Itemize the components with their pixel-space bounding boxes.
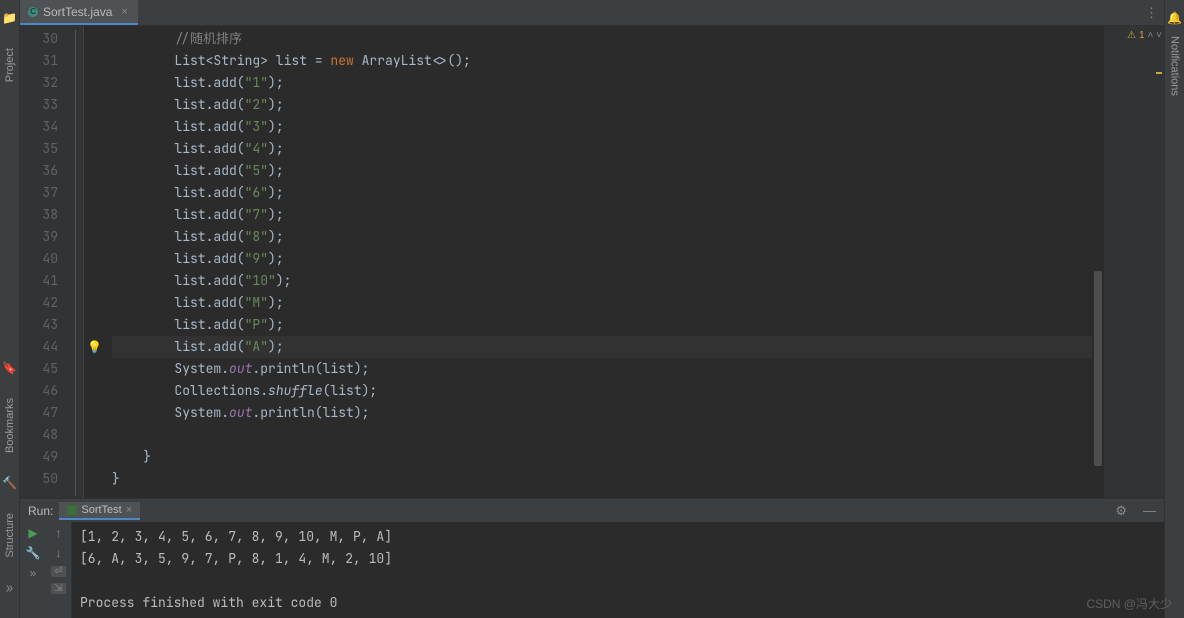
up-icon[interactable]: ↑ (56, 526, 62, 540)
scroll-end-icon[interactable]: ⇲ (51, 583, 65, 594)
fold-column (68, 26, 84, 498)
console-output[interactable]: [1, 2, 3, 4, 5, 6, 7, 8, 9, 10, M, P, A]… (72, 522, 1164, 618)
run-label: Run: (28, 504, 53, 518)
code-area[interactable]: //随机排序 List<String> list = new ArrayList… (108, 26, 1092, 498)
project-tool-label[interactable]: Project (4, 48, 16, 82)
tab-menu-icon[interactable]: ⋮ (1139, 0, 1164, 25)
run-toolbar-2: ↑ ↓ ⏎ ⇲ (46, 522, 72, 618)
editor[interactable]: 3031323334353637383940414243444546474849… (20, 26, 1164, 498)
gear-icon[interactable]: ⚙ (1115, 503, 1127, 519)
run-panel: Run: SortTest × ⚙ — ▶ 🔧 » ↑ ↓ (20, 498, 1164, 618)
scrollbar-thumb[interactable] (1094, 271, 1102, 466)
close-icon[interactable]: × (121, 6, 127, 18)
editor-scrollbar[interactable] (1092, 26, 1104, 498)
annotation-column: 💡 (84, 26, 108, 498)
project-icon[interactable]: 📁 (2, 10, 17, 26)
run-config-tab[interactable]: SortTest × (59, 502, 140, 520)
line-gutter: 3031323334353637383940414243444546474849… (20, 26, 68, 498)
softwrap-icon[interactable]: ⏎ (51, 566, 65, 577)
error-stripe: ⚠ 1 ˄ ˅ (1104, 26, 1164, 498)
tab-sorttest[interactable]: C SortTest.java × (20, 0, 138, 25)
notifications-tool-label[interactable]: Notifications (1169, 36, 1181, 96)
intention-bulb-icon[interactable]: 💡 (87, 339, 102, 355)
bookmarks-tool-label[interactable]: Bookmarks (4, 398, 16, 453)
watermark: CSDN @冯大少 (1086, 595, 1172, 612)
run-config-name: SortTest (81, 504, 121, 516)
structure-icon[interactable]: 🔨 (2, 475, 17, 491)
close-icon[interactable]: × (126, 504, 132, 516)
editor-tab-bar: C SortTest.java × ⋮ (20, 0, 1164, 26)
right-tool-strip: 🔔 Notifications (1164, 0, 1184, 618)
more-run-icon[interactable]: » (30, 566, 37, 580)
wrench-icon[interactable]: 🔧 (26, 546, 41, 560)
run-header: Run: SortTest × ⚙ — (20, 499, 1164, 522)
rerun-icon[interactable]: ▶ (28, 526, 37, 540)
run-config-icon (67, 505, 77, 515)
tab-file-name: SortTest.java (43, 5, 112, 19)
run-toolbar-1: ▶ 🔧 » (20, 522, 46, 618)
more-icon[interactable]: » (6, 580, 13, 596)
warning-marker[interactable] (1156, 72, 1162, 74)
down-icon[interactable]: ↓ (56, 546, 62, 560)
left-tool-strip: 📁 Project 🔖 Bookmarks 🔨 Structure » (0, 0, 20, 618)
java-class-icon: C (28, 7, 38, 17)
hide-icon[interactable]: — (1143, 503, 1156, 518)
inspection-summary[interactable]: ⚠ 1 ˄ ˅ (1127, 30, 1162, 41)
structure-tool-label[interactable]: Structure (4, 513, 16, 558)
bell-icon[interactable]: 🔔 (1167, 10, 1182, 26)
bookmarks-icon[interactable]: 🔖 (2, 360, 17, 376)
